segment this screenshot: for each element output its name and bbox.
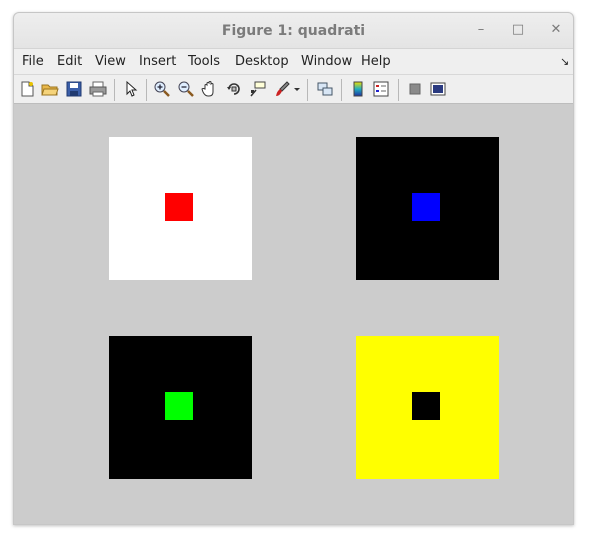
- print-icon[interactable]: [89, 80, 107, 98]
- pan-hand-icon[interactable]: [201, 80, 219, 98]
- toolbar-separator: [398, 79, 399, 101]
- inner-square-black: [412, 392, 440, 420]
- close-button[interactable]: ✕: [547, 21, 565, 39]
- new-figure-icon[interactable]: [18, 80, 36, 98]
- toolbar-separator: [341, 79, 342, 101]
- inner-square-green: [165, 392, 193, 420]
- brush-icon[interactable]: [273, 80, 291, 98]
- menu-tools[interactable]: Tools: [188, 54, 220, 69]
- link-plot-icon[interactable]: [316, 80, 334, 98]
- legend-icon[interactable]: [372, 80, 390, 98]
- toolbar-separator: [146, 79, 147, 101]
- dropdown-arrow-icon[interactable]: [293, 80, 301, 98]
- figure-window: Figure 1: quadrati – □ ✕ File Edit View …: [13, 12, 574, 525]
- menu-help[interactable]: Help: [361, 54, 391, 69]
- square-top-right: [356, 137, 499, 280]
- minimize-button[interactable]: –: [472, 21, 490, 39]
- title-bar[interactable]: Figure 1: quadrati – □ ✕: [14, 13, 573, 49]
- open-file-icon[interactable]: [41, 80, 59, 98]
- menu-bar: File Edit View Insert Tools Desktop Wind…: [14, 49, 573, 74]
- show-plot-tools-icon[interactable]: [429, 80, 447, 98]
- inner-square-red: [165, 193, 193, 221]
- toolbar-separator: [307, 79, 308, 101]
- toolbar-separator: [114, 79, 115, 101]
- menu-insert[interactable]: Insert: [139, 54, 176, 69]
- colorbar-icon[interactable]: [349, 80, 367, 98]
- menu-view[interactable]: View: [95, 54, 126, 69]
- data-cursor-icon[interactable]: [249, 80, 267, 98]
- menu-file[interactable]: File: [22, 54, 44, 69]
- maximize-button[interactable]: □: [509, 21, 527, 39]
- square-top-left: [109, 137, 252, 280]
- hide-plot-tools-icon[interactable]: [406, 80, 424, 98]
- pointer-icon[interactable]: [122, 80, 140, 98]
- menu-edit[interactable]: Edit: [57, 54, 82, 69]
- square-bottom-right: [356, 336, 499, 479]
- zoom-in-icon[interactable]: [153, 80, 171, 98]
- save-icon[interactable]: [65, 80, 83, 98]
- dock-arrow-icon[interactable]: ↘: [560, 55, 569, 68]
- zoom-out-icon[interactable]: [177, 80, 195, 98]
- inner-square-blue: [412, 193, 440, 221]
- square-bottom-left: [109, 336, 252, 479]
- figure-toolbar: [14, 74, 573, 104]
- figure-canvas: [14, 104, 573, 524]
- menu-window[interactable]: Window: [301, 54, 352, 69]
- rotate-3d-icon[interactable]: [225, 80, 243, 98]
- menu-desktop[interactable]: Desktop: [235, 54, 289, 69]
